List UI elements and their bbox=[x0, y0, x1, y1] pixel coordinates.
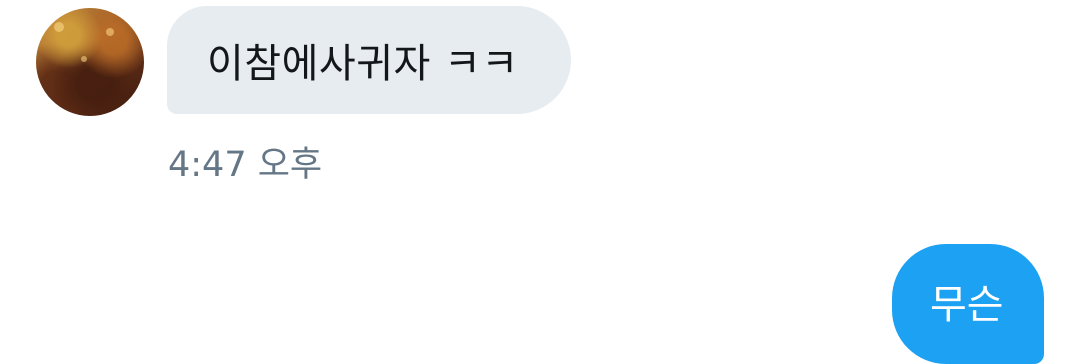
avatar-detail bbox=[54, 22, 64, 32]
outgoing-message-bubble[interactable]: 무슨 bbox=[892, 244, 1044, 364]
avatar-detail bbox=[106, 28, 114, 36]
incoming-message-text: 이참에사귀자 ㅋㅋ bbox=[207, 41, 519, 87]
message-timestamp: 4:47 오후 bbox=[168, 145, 323, 185]
outgoing-message-text: 무슨 bbox=[930, 282, 1004, 328]
incoming-message-bubble[interactable]: 이참에사귀자 ㅋㅋ bbox=[167, 6, 571, 114]
avatar-detail bbox=[81, 56, 87, 62]
avatar[interactable] bbox=[36, 8, 144, 116]
